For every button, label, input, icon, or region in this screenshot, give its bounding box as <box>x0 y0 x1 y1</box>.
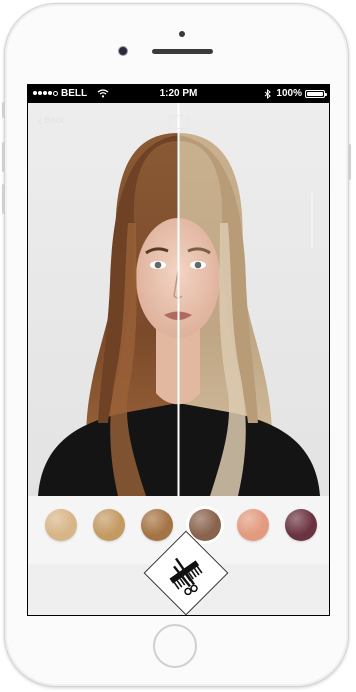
home-button[interactable] <box>153 624 197 668</box>
battery-status: 100% <box>264 88 327 99</box>
color-swatch[interactable] <box>141 509 173 541</box>
power-button <box>348 144 351 180</box>
color-swatch[interactable] <box>285 509 317 541</box>
intensity-slider[interactable] <box>311 193 313 249</box>
app-screen: BELL 1:20 PM 100% ‹ Back <box>27 84 330 616</box>
status-bar: BELL 1:20 PM 100% <box>28 85 329 103</box>
comb-scissors-icon <box>169 557 203 596</box>
color-swatch[interactable] <box>237 509 269 541</box>
volume-up-button <box>2 142 5 172</box>
bottom-panel <box>28 530 329 615</box>
color-swatch[interactable] <box>93 509 125 541</box>
color-swatch[interactable] <box>45 509 77 541</box>
chevron-left-icon: ‹ <box>38 112 43 128</box>
ringer-switch <box>2 102 5 118</box>
model-portrait <box>28 103 329 496</box>
back-label: Back <box>44 115 65 125</box>
app-header: ‹ Back <box>28 103 329 139</box>
earpiece-speaker <box>152 49 213 54</box>
edit-icon[interactable] <box>169 115 189 129</box>
color-swatch[interactable] <box>189 509 221 541</box>
bluetooth-icon <box>265 88 272 99</box>
battery-percent: 100% <box>276 88 302 99</box>
volume-down-button <box>2 184 5 214</box>
hair-preview-photo[interactable]: ‹ Back <box>28 103 329 496</box>
proximity-sensor <box>179 31 185 37</box>
back-button[interactable]: ‹ Back <box>38 112 65 128</box>
battery-icon <box>305 89 327 98</box>
front-camera <box>119 47 127 55</box>
